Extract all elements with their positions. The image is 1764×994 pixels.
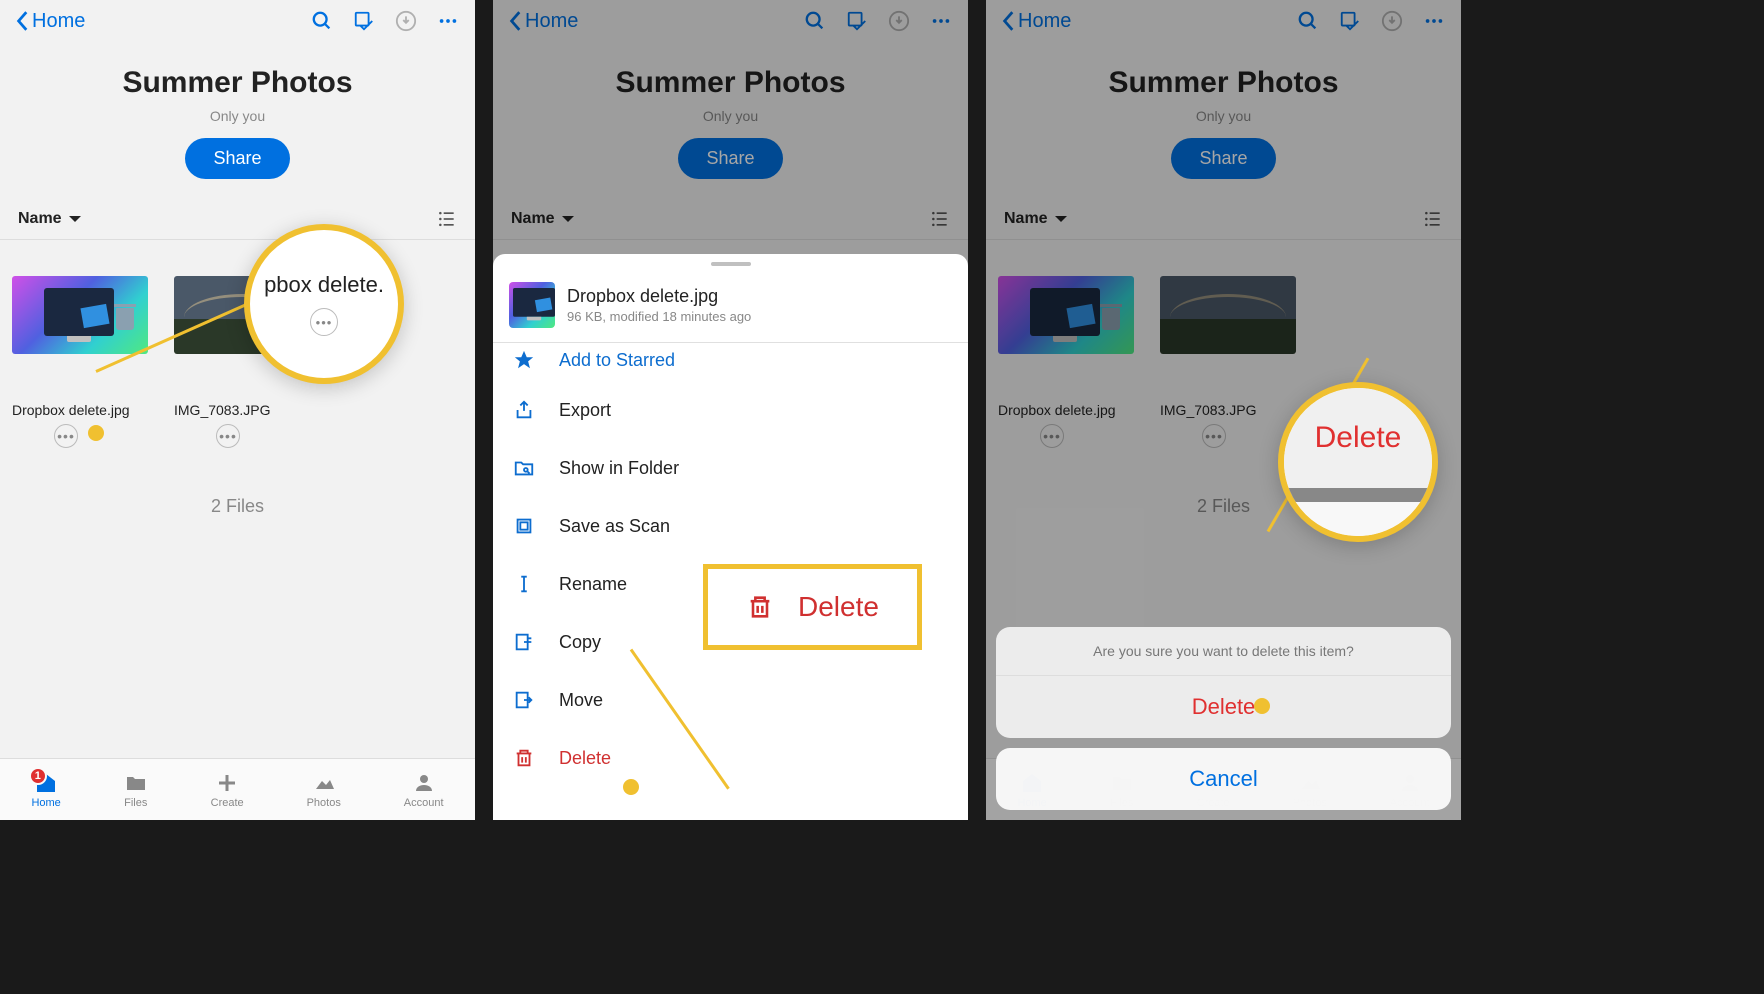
share-button[interactable]: Share: [185, 138, 289, 179]
list-header: Name: [0, 199, 475, 240]
folder-subtitle: Only you: [0, 108, 475, 124]
more-icon[interactable]: [930, 10, 952, 32]
file-tile[interactable]: Dropbox delete.jpg •••: [12, 276, 148, 448]
menu-export[interactable]: Export: [493, 381, 968, 439]
file-more-button[interactable]: •••: [216, 424, 240, 448]
menu-show-folder[interactable]: Show in Folder: [493, 439, 968, 497]
callout-label: Delete: [798, 591, 879, 623]
more-icon[interactable]: [437, 10, 459, 32]
sheet-file-meta: 96 KB, modified 18 minutes ago: [567, 309, 751, 324]
download-icon[interactable]: [888, 10, 910, 32]
zoom-callout: pbox delete. •••: [244, 224, 404, 384]
folder-search-icon: [513, 457, 535, 479]
export-icon: [513, 399, 535, 421]
star-icon: [513, 349, 535, 371]
zoom-more-icon: •••: [310, 308, 338, 336]
file-grid: Dropbox delete.jpg ••• IMG_7083.JPG •••: [0, 240, 475, 448]
menu-delete[interactable]: Delete: [493, 729, 968, 787]
back-button[interactable]: Home: [1002, 10, 1071, 33]
file-thumbnail: [12, 276, 148, 354]
select-icon[interactable]: [846, 10, 868, 32]
back-label: Home: [32, 10, 85, 33]
zoom-filename: pbox delete.: [264, 272, 384, 298]
tab-photos[interactable]: Photos: [307, 771, 341, 809]
download-icon[interactable]: [1381, 10, 1403, 32]
view-toggle-icon[interactable]: [930, 209, 950, 229]
download-icon[interactable]: [395, 10, 417, 32]
zoom-delete-label: Delete: [1315, 421, 1402, 455]
confirm-message: Are you sure you want to delete this ite…: [996, 627, 1451, 676]
file-count: 2 Files: [0, 496, 475, 517]
sheet-grabber[interactable]: [711, 262, 751, 266]
more-icon[interactable]: [1423, 10, 1445, 32]
folder-header: Summer Photos Only you Share: [0, 42, 475, 199]
menu-add-starred[interactable]: Add to Starred: [493, 343, 968, 381]
move-icon: [513, 689, 535, 711]
select-icon[interactable]: [1339, 10, 1361, 32]
rename-icon: [513, 573, 535, 595]
menu-move[interactable]: Move: [493, 671, 968, 729]
action-sheet: Dropbox delete.jpg 96 KB, modified 18 mi…: [493, 254, 968, 820]
tab-create[interactable]: Create: [211, 771, 244, 809]
file-more-button[interactable]: •••: [54, 424, 78, 448]
header-bar: Home: [0, 0, 475, 42]
tab-account[interactable]: Account: [404, 771, 444, 809]
select-icon[interactable]: [353, 10, 375, 32]
delete-callout: Delete: [703, 564, 922, 650]
confirm-sheet: Are you sure you want to delete this ite…: [996, 627, 1451, 810]
confirm-cancel-button[interactable]: Cancel: [996, 748, 1451, 810]
tab-files[interactable]: Files: [124, 771, 148, 809]
folder-title: Summer Photos: [0, 66, 475, 100]
tab-home[interactable]: 1 Home: [31, 771, 60, 809]
scan-icon: [513, 515, 535, 537]
sheet-header: Dropbox delete.jpg 96 KB, modified 18 mi…: [493, 274, 968, 343]
notification-badge: 1: [29, 767, 47, 785]
search-icon[interactable]: [311, 10, 333, 32]
trash-icon: [513, 747, 535, 769]
file-name: Dropbox delete.jpg: [12, 402, 148, 418]
copy-icon: [513, 631, 535, 653]
screen-2: Home Summer Photos Only you Share Name D…: [493, 0, 968, 820]
plus-icon: [215, 771, 239, 795]
account-icon: [412, 771, 436, 795]
confirm-delete-button[interactable]: Delete: [996, 676, 1451, 738]
back-button[interactable]: Home: [16, 10, 85, 33]
screen-3: Home Summer Photos Only you Share Name D…: [986, 0, 1461, 820]
folder-icon: [124, 771, 148, 795]
photos-icon: [312, 771, 336, 795]
sheet-file-name: Dropbox delete.jpg: [567, 286, 751, 307]
search-icon[interactable]: [1297, 10, 1319, 32]
sort-button[interactable]: Name: [18, 210, 82, 228]
zoom-callout: Delete: [1278, 382, 1438, 542]
view-toggle-icon[interactable]: [1423, 209, 1443, 229]
search-icon[interactable]: [804, 10, 826, 32]
back-button[interactable]: Home: [509, 10, 578, 33]
file-name: IMG_7083.JPG: [174, 402, 310, 418]
view-toggle-icon[interactable]: [437, 209, 457, 229]
screen-1: Home Summer Photos Only you Share Name D…: [0, 0, 475, 820]
tab-bar: 1 Home Files Create Photos Account: [0, 758, 475, 820]
menu-save-scan[interactable]: Save as Scan: [493, 497, 968, 555]
trash-icon: [746, 593, 774, 621]
